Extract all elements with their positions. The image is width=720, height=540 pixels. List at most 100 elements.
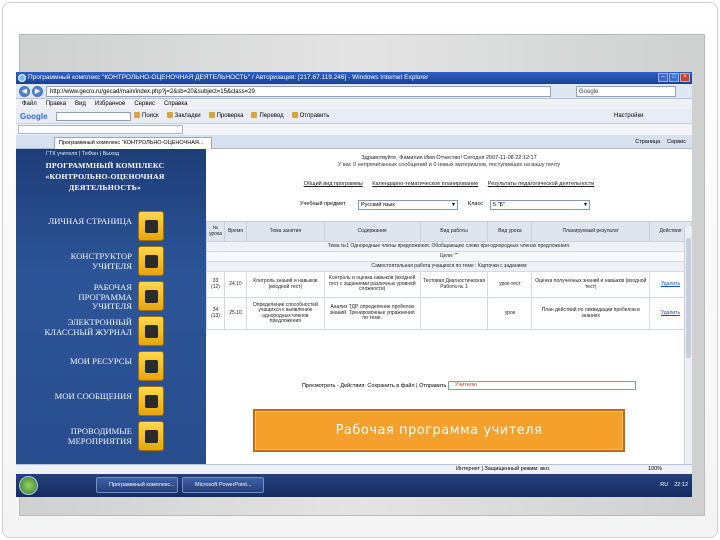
cell-result: План действий по ликвидации пробелов в з… [531,297,651,330]
search-input[interactable]: Google [576,86,676,97]
recipient-select[interactable]: Учителю [447,381,636,390]
cell-time: 24.10 [223,271,247,298]
col-number: № урока [206,221,225,242]
google-search-button[interactable]: Поиск [134,112,159,121]
google-toolbar-items: Поиск Закладки Проверка Перевод Отправит… [134,112,329,121]
caption-text: Рабочая программа учителя [335,423,543,438]
sidebar: ГТК учителя | ТеФан | Выход ПРОГРАММНЫЙ … [16,149,206,464]
window-titlebar: Программный комплекс "КОНТРОЛЬНО-ОЦЕНОЧН… [16,72,692,84]
section-title: Тема №1 Однородные члены предложения. Об… [206,241,692,252]
table-row: Тема №1 Однородные члены предложения. Об… [206,241,692,252]
filter-row: Учебный предмет Русский язык Класс 5 "Б" [206,199,692,211]
cell-number: 33 (12) [206,271,225,298]
google-settings-button[interactable]: Настройки [614,112,643,121]
start-button[interactable] [19,476,38,495]
people-icon [138,421,164,451]
tab-active[interactable]: Программный комплекс "КОНТРОЛЬНО-ОЦЕНОЧН… [54,137,212,149]
menu-view[interactable]: Вид [75,99,86,109]
link-results[interactable]: Результаты педагогической деятельности [488,181,595,187]
col-work: Вид работы [419,221,489,242]
cell-kind: урок-тест [487,271,533,298]
sidebar-item-resources[interactable]: МОИ РЕСУРСЫ [16,349,206,385]
minimize-button[interactable]: – [658,73,668,82]
tools-menu-button[interactable]: Сервис [667,138,686,147]
class-label: Класс [468,201,483,207]
taskbar-button[interactable]: Microsoft PowerPoint... [182,477,264,493]
col-kind: Вид урока [487,221,533,242]
user-icon [138,211,164,241]
actions-label[interactable]: Просмотреть - Действия: Сохранить в файл… [302,383,446,389]
table-row: 33 (12) 24.10 Контроль знаний и навыков … [206,271,692,298]
page-scrollbar[interactable] [684,226,692,497]
sidebar-item-messages[interactable]: МОИ СООБЩЕНИЯ [16,384,206,420]
cell-content: Контроль и оценка навыков (входной тест … [323,271,421,298]
sidebar-item-label: ЭЛЕКТРОННЫЙ КЛАССНЫЙ ЖУРНАЛ [44,317,132,337]
maximize-button[interactable]: □ [669,73,679,82]
menu-edit[interactable]: Правка [46,99,66,109]
cell-number: 34 (13) [206,297,225,330]
cell-result: Оценка полученных знаний и навыков (вход… [531,271,651,298]
menu-favorites[interactable]: Избранное [95,99,125,109]
journal-icon [138,316,164,346]
toolbar-textbox[interactable] [18,125,183,134]
taskbar: Программный комплекс... Microsoft PowerP… [16,474,692,497]
sidebar-header[interactable]: ГТК учителя | ТеФан | Выход [16,149,206,159]
ie-icon [18,74,26,82]
cell-time: 25.10 [223,297,247,330]
status-bar: Интернет | Защищенный режим: вкл. 100% [16,464,692,474]
taskbar-button[interactable]: Программный комплекс... [96,477,178,493]
sidebar-item-label: КОНСТРУКТОР УЧИТЕЛЯ [70,251,132,271]
menu-help[interactable]: Справка [164,99,188,109]
back-icon[interactable]: ◀ [19,86,30,97]
greeting-messages[interactable]: У вас 0 непрочитанных сообщений и 0 новы… [206,162,692,169]
google-search-input[interactable] [56,112,131,121]
cell-work: Тестовая Диагностическая Работа № 1 [419,271,489,298]
sidebar-item-label: ЛИЧНАЯ СТРАНИЦА [48,216,132,226]
book-icon [138,351,164,381]
sidebar-item-label: МОИ РЕСУРСЫ [69,356,132,366]
google-translate-button[interactable]: Перевод [251,112,283,121]
lessons-table: № урока Время Тема занятия Содержание Ви… [206,221,692,330]
cell-topic: Определение способностей учащихся к выяв… [245,297,325,330]
system-tray: RU 22:12 [660,480,688,490]
forward-icon[interactable]: ▶ [32,86,43,97]
subject-label: Учебный предмет [300,201,346,207]
subject-select[interactable]: Русский язык [358,200,458,210]
table-header: № урока Время Тема занятия Содержание Ви… [206,221,692,242]
col-result: Планируемый результат [531,221,651,242]
col-content: Содержание [323,221,421,242]
link-thematic-planning[interactable]: Календарно-тематическое планирование [372,181,478,187]
link-program-overview[interactable]: Общий вид программы [304,181,363,187]
page-menu-button[interactable]: Страница [635,138,660,147]
sidebar-item-label: МОИ СООБЩЕНИЯ [54,391,132,401]
menu-file[interactable]: Файл [22,99,37,109]
security-zone: Интернет | Защищенный режим: вкл. [456,466,551,472]
zoom-level[interactable]: 100% [648,465,662,474]
menu-bar: Файл Правка Вид Избранное Сервис Справка [16,99,692,109]
favorites-bar [16,124,692,135]
greeting-line: Здравствуйте, Фамилия Имя Отчество! Сего… [361,155,537,161]
window-title: Программный комплекс "КОНТРОЛЬНО-ОЦЕНОЧН… [28,74,429,81]
documents-icon [138,281,164,311]
section-title: Самостоятельная работа учащихся по теме … [206,261,692,272]
google-send-button[interactable]: Отправить [292,112,330,121]
caption-box: Рабочая программа учителя [253,409,625,452]
table-row: Самостоятельная работа учащихся по теме … [206,261,692,272]
close-button[interactable]: × [680,73,690,82]
class-select[interactable]: 5 "Б" [490,200,590,210]
sidebar-item-work-program[interactable]: РАБОЧАЯ ПРОГРАММА УЧИТЕЛЯ [16,279,206,315]
sidebar-item-label: РАБОЧАЯ ПРОГРАММА УЧИТЕЛЯ [78,282,132,311]
google-check-button[interactable]: Проверка [209,112,244,121]
url-input[interactable]: http://www.gecro.ru/gecad/main/index.php… [46,86,551,97]
sidebar-item-constructor[interactable]: КОНСТРУКТОР УЧИТЕЛЯ [16,244,206,280]
language-indicator[interactable]: RU [660,480,668,490]
cell-topic: Контроль знаний и навыков (входной тест) [245,271,325,298]
window-controls: – □ × [658,73,690,82]
sidebar-item-journal[interactable]: ЭЛЕКТРОННЫЙ КЛАССНЫЙ ЖУРНАЛ [16,314,206,350]
menu-tools[interactable]: Сервис [134,99,155,109]
sidebar-item-personal-page[interactable]: ЛИЧНАЯ СТРАНИЦА [16,209,206,245]
clock: 22:12 [674,482,688,488]
google-bookmarks-button[interactable]: Закладки [167,112,201,121]
google-logo: Google [20,112,48,121]
sidebar-item-events[interactable]: ПРОВОДИМЫЕ МЕРОПРИЯТИЯ [16,419,206,455]
